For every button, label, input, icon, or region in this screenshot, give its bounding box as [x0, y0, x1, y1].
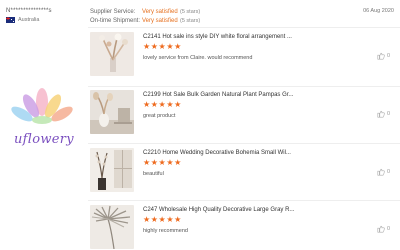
helpful-count: 0 — [386, 226, 390, 232]
product-thumbnail[interactable] — [90, 90, 134, 134]
review-item: C2199 Hot Sale Bulk Garden Natural Plant… — [90, 90, 394, 146]
review-comment: highly recommend — [143, 228, 188, 234]
product-title-link[interactable]: C2210 Home Wedding Decorative Bohemia Sm… — [143, 150, 291, 156]
supplier-ratings: Supplier Service: Very satisfied (5 star… — [90, 8, 200, 26]
review-item: C2210 Home Wedding Decorative Bohemia Sm… — [90, 148, 394, 204]
thumbs-up-icon — [377, 110, 385, 118]
lotus-icon — [11, 88, 73, 124]
divider — [88, 27, 400, 28]
rating-label: Supplier Service: — [90, 9, 136, 15]
thumbs-up-icon — [377, 225, 385, 233]
rating-on-time-shipment: On-time Shipment: Very satisfied (5 star… — [90, 17, 200, 26]
product-title-link[interactable]: C2199 Hot Sale Bulk Garden Natural Plant… — [143, 92, 293, 98]
thumbs-up-icon — [377, 168, 385, 176]
country-label: Australia — [18, 17, 40, 23]
review-date: 06 Aug 2020 — [363, 8, 394, 14]
logo-text: uflowery — [14, 132, 74, 147]
review-item: C2141 Hot sale ins style DIY white flora… — [90, 32, 394, 88]
product-thumbnail[interactable] — [90, 205, 134, 249]
review-star-rating: ★★★★★ — [143, 100, 182, 109]
rating-value: Very satisfied — [142, 9, 178, 15]
divider — [88, 200, 400, 201]
buyer-info: N***************s Australia — [6, 8, 86, 23]
rating-supplier-service: Supplier Service: Very satisfied (5 star… — [90, 8, 200, 17]
thumbs-up-icon — [377, 52, 385, 60]
australia-flag-icon — [6, 17, 15, 23]
rating-value: Very satisfied — [142, 18, 178, 24]
rating-label: On-time Shipment: — [90, 18, 141, 24]
helpful-count: 0 — [386, 169, 390, 175]
uflowery-logo: uflowery — [2, 80, 82, 155]
helpful-button[interactable]: 0 — [377, 225, 390, 233]
helpful-button[interactable]: 0 — [377, 110, 390, 118]
product-thumbnail[interactable] — [90, 148, 134, 192]
review-comment: beautiful — [143, 171, 164, 177]
review-star-rating: ★★★★★ — [143, 215, 182, 224]
divider — [88, 143, 400, 144]
review-item: C247 Wholesale High Quality Decorative L… — [90, 205, 394, 250]
product-thumbnail[interactable] — [90, 32, 134, 76]
rating-stars-text: (5 stars) — [180, 9, 201, 15]
review-comment: lovely service from Claire. would recomm… — [143, 55, 253, 61]
helpful-count: 0 — [386, 53, 390, 59]
helpful-count: 0 — [386, 111, 390, 117]
review-page: N***************s Australia Supplier Ser… — [0, 0, 400, 250]
divider — [88, 86, 400, 87]
product-title-link[interactable]: C2141 Hot sale ins style DIY white flora… — [143, 34, 292, 40]
review-comment: great product — [143, 113, 176, 119]
product-title-link[interactable]: C247 Wholesale High Quality Decorative L… — [143, 207, 294, 213]
buyer-country: Australia — [6, 17, 86, 23]
review-star-rating: ★★★★★ — [143, 158, 182, 167]
helpful-button[interactable]: 0 — [377, 52, 390, 60]
buyer-name: N***************s — [6, 8, 52, 14]
rating-stars-text: (5 stars) — [180, 18, 201, 24]
review-star-rating: ★★★★★ — [143, 42, 182, 51]
helpful-button[interactable]: 0 — [377, 168, 390, 176]
